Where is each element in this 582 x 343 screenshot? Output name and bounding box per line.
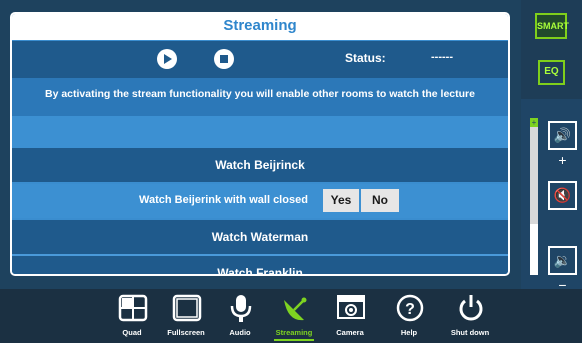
fullscreen-icon	[172, 294, 202, 322]
nav-label-fullscreen: Fullscreen	[167, 328, 205, 337]
nav-streaming[interactable]: Streaming	[268, 291, 320, 343]
volume-up-button[interactable]: 🔊+	[548, 121, 577, 168]
panel-title: Streaming	[12, 14, 508, 40]
main-area: Streaming Status: ------ By activating t…	[0, 0, 521, 289]
info-text: By activating the stream functionality y…	[12, 78, 508, 116]
nav-label-streaming: Streaming	[275, 328, 313, 337]
spacer-row	[12, 116, 508, 148]
stop-button[interactable]	[214, 49, 234, 69]
satellite-dish-icon	[284, 297, 307, 321]
watch-closed-label: Watch Beijerink with wall closed	[139, 194, 308, 206]
projector-area: EQ	[521, 52, 582, 99]
volume-down-button[interactable]: 🔉−	[548, 246, 577, 293]
nav-camera[interactable]: Camera	[324, 291, 376, 343]
yes-button[interactable]: Yes	[323, 189, 359, 212]
watch-waterman-button[interactable]: Watch Waterman	[12, 220, 508, 254]
volume-fill	[530, 223, 538, 275]
microphone-icon	[230, 295, 252, 322]
no-button[interactable]: No	[361, 189, 399, 212]
active-tab-indicator	[274, 339, 314, 341]
nav-label-audio: Audio	[229, 328, 251, 337]
power-icon	[459, 295, 483, 321]
watch-closed-row: Watch Beijerink with wall closed Yes No	[12, 184, 508, 218]
status-label: Status:	[345, 51, 386, 65]
streaming-panel: Streaming Status: ------ By activating t…	[10, 12, 510, 276]
nav-quad[interactable]: Quad	[106, 291, 158, 343]
nav-label-quad: Quad	[122, 328, 142, 337]
smart-logo: SMART	[535, 13, 569, 39]
camera-icon	[337, 295, 365, 319]
nav-label-shutdown: Shut down	[450, 328, 490, 337]
right-sidebar: SMART EQ + 🔊+ 🔇 🔉−	[521, 0, 582, 293]
brand-area: SMART	[521, 0, 582, 53]
playback-controls: Status: ------	[12, 41, 508, 78]
volume-handle[interactable]: +	[530, 118, 538, 127]
nav-shutdown[interactable]: Shut down	[444, 291, 496, 343]
watch-franklin-button[interactable]: Watch Franklin	[12, 256, 508, 274]
stop-icon	[220, 55, 228, 63]
volume-slider[interactable]	[530, 120, 538, 275]
projector-icon[interactable]: EQ	[538, 60, 565, 85]
help-icon: ?	[396, 294, 424, 322]
nav-label-help: Help	[400, 328, 418, 337]
nav-fullscreen[interactable]: Fullscreen	[160, 291, 212, 343]
svg-text:?: ?	[405, 301, 415, 318]
play-icon	[164, 54, 172, 64]
nav-audio[interactable]: Audio	[214, 291, 266, 343]
watch-beijrinck-button[interactable]: Watch Beijrinck	[12, 148, 508, 182]
bottom-nav: Quad Fullscreen Audio Streaming Camera ?…	[0, 289, 582, 343]
status-value: ------	[431, 51, 453, 63]
play-button[interactable]	[157, 49, 177, 69]
mute-button[interactable]: 🔇	[548, 181, 577, 210]
nav-help[interactable]: ? Help	[383, 291, 435, 343]
nav-label-camera: Camera	[336, 328, 364, 337]
quad-icon	[118, 294, 148, 322]
